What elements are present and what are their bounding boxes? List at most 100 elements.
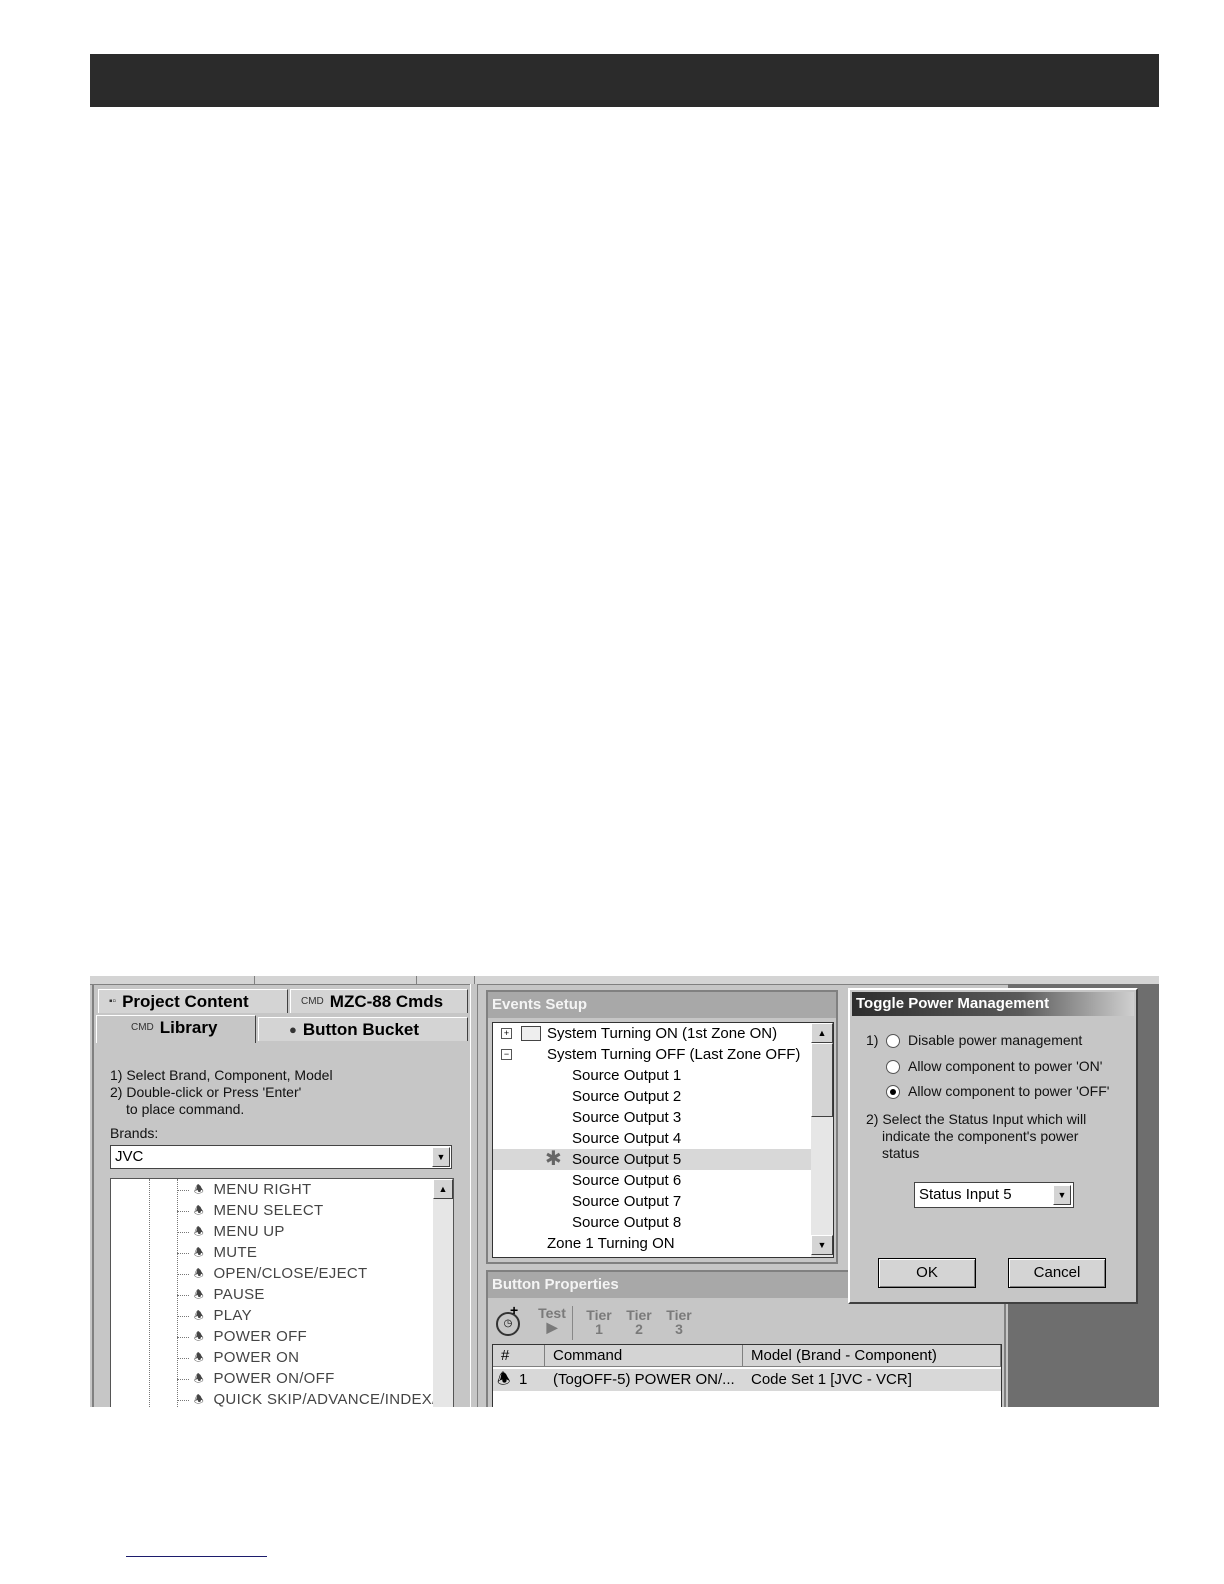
- list-item[interactable]: 🕭 POWER ON: [177, 1347, 299, 1368]
- tree-item-selected[interactable]: ✱ Source Output 5: [493, 1149, 811, 1170]
- list-item[interactable]: 🕭 POWER ON/OFF: [177, 1368, 335, 1389]
- list-item[interactable]: 🕭 MENU UP: [177, 1221, 285, 1242]
- step-2-label: 2) Select the Status Input which will: [866, 1111, 1087, 1127]
- remote-icon: 🕭: [193, 1204, 205, 1217]
- tree-item[interactable]: Source Output 7: [493, 1191, 811, 1212]
- commands-table[interactable]: # Command Model (Brand - Component) 🕭 1 …: [492, 1344, 1002, 1407]
- tab-mzc-cmds[interactable]: CMD MZC-88 Cmds: [290, 989, 468, 1013]
- tree-item[interactable]: + System Turning ON (1st Zone ON): [493, 1023, 811, 1044]
- brands-value: JVC: [115, 1148, 144, 1165]
- list-item[interactable]: 🕭 QUICK SKIP/ADVANCE/INDEX/T: [177, 1389, 446, 1407]
- events-setup-title: Events Setup: [488, 992, 836, 1018]
- remote-icon: 🕭: [193, 1393, 205, 1406]
- ok-button[interactable]: OK: [878, 1258, 976, 1288]
- events-scrollbar[interactable]: ▲ ▼: [811, 1023, 833, 1257]
- step-2-label: indicate the component's power: [882, 1128, 1079, 1144]
- tier-2-button[interactable]: Tier 2: [622, 1308, 656, 1336]
- strip-divider: [474, 976, 475, 984]
- remote-icon: 🕭: [193, 1288, 205, 1301]
- scroll-down-icon[interactable]: ▼: [811, 1235, 833, 1255]
- cmd-icon: CMD: [301, 996, 324, 1007]
- software-screenshot: ▪▫ Project Content CMD MZC-88 Cmds CMD Libr…: [90, 976, 1159, 1407]
- remote-icon: 🕭: [193, 1183, 205, 1196]
- chevron-down-icon[interactable]: ▼: [432, 1147, 450, 1167]
- list-item[interactable]: 🕭 PLAY: [177, 1305, 252, 1326]
- dialog-title: Toggle Power Management: [852, 992, 1134, 1016]
- instruction-line: 2) Double-click or Press 'Enter': [110, 1084, 302, 1100]
- tree-item[interactable]: Source Output 4: [493, 1128, 811, 1149]
- add-icon: +: [510, 1302, 519, 1318]
- column-header[interactable]: #: [493, 1345, 545, 1367]
- status-input-value: Status Input 5: [919, 1186, 1012, 1203]
- brands-label: Brands:: [110, 1125, 159, 1141]
- chevron-down-icon[interactable]: ▼: [1053, 1185, 1071, 1205]
- scroll-up-icon[interactable]: ▲: [811, 1023, 833, 1043]
- status-input-dropdown[interactable]: Status Input 5 ▼: [914, 1182, 1074, 1208]
- remote-icon: 🕭: [193, 1351, 205, 1364]
- left-panel: ▪▫ Project Content CMD MZC-88 Cmds CMD Libr…: [92, 985, 472, 1407]
- panel-splitter[interactable]: [470, 984, 478, 1407]
- cancel-button[interactable]: Cancel: [1008, 1258, 1106, 1288]
- option-label: Allow component to power 'OFF': [908, 1083, 1110, 1099]
- remote-icon: 🕭: [193, 1246, 205, 1259]
- strip-divider: [254, 976, 255, 984]
- column-header[interactable]: Command: [545, 1345, 743, 1367]
- brands-dropdown[interactable]: JVC ▼: [110, 1145, 452, 1169]
- remote-icon: 🕭: [497, 1371, 511, 1388]
- option-label: Allow component to power 'ON': [908, 1058, 1103, 1074]
- remote-icon: 🕭: [193, 1330, 205, 1343]
- expand-icon[interactable]: +: [501, 1028, 512, 1039]
- tree-item[interactable]: Source Output 8: [493, 1212, 811, 1233]
- list-item[interactable]: 🕭 OPEN/CLOSE/EJECT: [177, 1263, 367, 1284]
- cmd-icon: CMD: [131, 1022, 154, 1033]
- list-item[interactable]: 🕭 MENU RIGHT: [177, 1179, 311, 1200]
- tree-icon: ▪▫: [109, 996, 117, 1007]
- column-header[interactable]: Model (Brand - Component): [743, 1345, 1001, 1367]
- list-item[interactable]: 🕭 POWER OFF: [177, 1326, 307, 1347]
- tab-button-bucket[interactable]: ● Button Bucket: [258, 1017, 468, 1041]
- tree-item[interactable]: Source Output 3: [493, 1107, 811, 1128]
- step-1-label: 1): [866, 1032, 879, 1048]
- list-item[interactable]: 🕭 PAUSE: [177, 1284, 265, 1305]
- tree-item[interactable]: Zone 1 Turning ON: [493, 1233, 811, 1254]
- collapse-icon[interactable]: −: [501, 1049, 512, 1060]
- tier-1-button[interactable]: Tier 1: [582, 1308, 616, 1336]
- folder-icon: [521, 1026, 541, 1041]
- instruction-line: 1) Select Brand, Component, Model: [110, 1067, 333, 1083]
- events-tree[interactable]: + System Turning ON (1st Zone ON) − Syst…: [492, 1022, 834, 1258]
- radio-allow-off[interactable]: [886, 1085, 900, 1099]
- list-item[interactable]: 🕭 MUTE: [177, 1242, 257, 1263]
- star-icon: ✱: [545, 1148, 562, 1170]
- tree-item[interactable]: − System Turning OFF (Last Zone OFF): [493, 1044, 811, 1065]
- list-item[interactable]: 🕭 MENU SELECT: [177, 1200, 323, 1221]
- radio-allow-on[interactable]: [886, 1060, 900, 1074]
- tree-item[interactable]: Source Output 6: [493, 1170, 811, 1191]
- strip-divider: [416, 976, 417, 984]
- events-setup-panel: Events Setup + System Turning ON (1st Zo…: [486, 990, 838, 1264]
- remote-icon: 🕭: [193, 1267, 205, 1280]
- tab-library[interactable]: CMD Library: [96, 1015, 256, 1043]
- scroll-thumb[interactable]: [811, 1043, 833, 1117]
- scroll-up-icon[interactable]: ▲: [433, 1179, 453, 1199]
- tier-3-button[interactable]: Tier 3: [662, 1308, 696, 1336]
- test-button[interactable]: Test ▶: [534, 1306, 570, 1334]
- instruction-line: to place command.: [126, 1101, 245, 1117]
- top-strip: [90, 976, 1159, 985]
- tree-item[interactable]: Source Output 2: [493, 1086, 811, 1107]
- option-label: Disable power management: [908, 1032, 1083, 1048]
- remote-icon: 🕭: [193, 1225, 205, 1238]
- tree-item[interactable]: Source Output 1: [493, 1065, 811, 1086]
- list-scrollbar[interactable]: ▲: [433, 1179, 453, 1407]
- tab-project-content[interactable]: ▪▫ Project Content: [98, 989, 288, 1013]
- remote-icon: 🕭: [193, 1372, 205, 1385]
- radio-selected-dot: [890, 1089, 896, 1095]
- command-list[interactable]: 🕭 MENU RIGHT 🕭 MENU SELECT 🕭 MENU UP 🕭 M…: [110, 1178, 454, 1407]
- toolbar-separator: [572, 1306, 573, 1340]
- play-icon: ▶: [546, 1319, 558, 1335]
- footer-rule: [126, 1556, 267, 1557]
- step-2-label: status: [882, 1145, 920, 1161]
- radio-disable[interactable]: [886, 1034, 900, 1048]
- remote-icon: 🕭: [193, 1309, 205, 1322]
- table-row[interactable]: 🕭 1 (TogOFF-5) POWER ON/... Code Set 1 […: [493, 1369, 1001, 1391]
- bucket-icon: ●: [289, 1022, 297, 1037]
